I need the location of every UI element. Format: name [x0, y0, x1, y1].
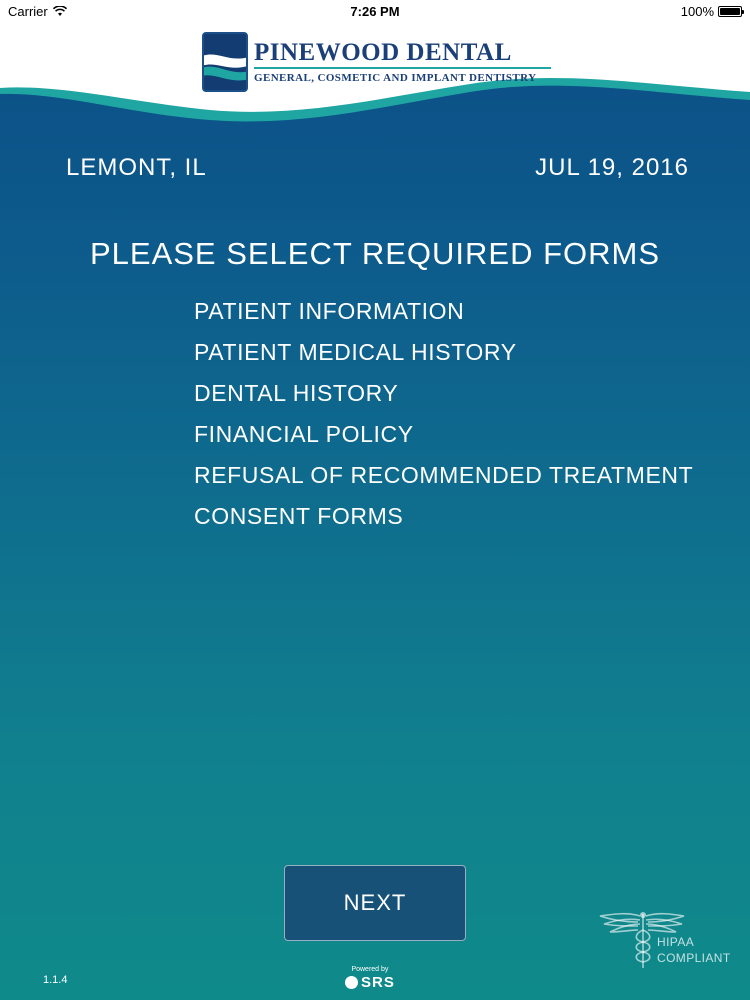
form-item-refusal-of-recommended-treatment[interactable]: REFUSAL OF RECOMMENDED TREATMENT — [194, 460, 693, 501]
status-bar: Carrier 7:26 PM 100% — [0, 0, 750, 22]
wifi-icon — [52, 5, 67, 16]
logo-subtitle: General, Cosmetic and implant dentistry — [254, 72, 537, 84]
status-right: 100% — [680, 3, 744, 19]
hipaa-line-1: HIPAA — [657, 935, 695, 949]
logo: PINEWOOD DENTAL General, Cosmetic and im… — [202, 32, 551, 92]
current-date: JUL 19, 2016 — [535, 154, 689, 181]
logo-text: PINEWOOD DENTAL General, Cosmetic and im… — [254, 40, 551, 84]
form-item-dental-history[interactable]: DENTAL HISTORY — [194, 378, 693, 419]
app-version: 1.1.4 — [43, 974, 68, 986]
hipaa-badge: HIPAA COMPLIANT — [598, 910, 738, 970]
practice-location: LEMONT, IL — [66, 154, 207, 181]
status-left: Carrier — [8, 4, 67, 19]
powered-by-brand: SRS — [345, 974, 395, 991]
status-time: 7:26 PM — [350, 3, 400, 19]
powered-by: Powered by SRS — [345, 966, 395, 991]
logo-mark-icon — [202, 32, 248, 92]
powered-by-name: SRS — [361, 974, 395, 991]
battery-icon — [718, 5, 744, 17]
powered-by-label: Powered by — [351, 966, 389, 973]
page-title: PLEASE SELECT REQUIRED FORMS — [89, 236, 661, 271]
hipaa-label: HIPAA COMPLIANT — [657, 934, 731, 966]
form-item-financial-policy[interactable]: FINANCIAL POLICY — [194, 419, 693, 460]
srs-logo-icon — [345, 976, 358, 989]
hipaa-line-2: COMPLIANT — [657, 951, 731, 965]
forms-list: PATIENT INFORMATION PATIENT MEDICAL HIST… — [194, 296, 693, 542]
next-button[interactable]: NEXT — [284, 865, 466, 941]
carrier-label: Carrier — [8, 3, 48, 19]
logo-title: PINEWOOD DENTAL — [254, 39, 512, 66]
header-area: PINEWOOD DENTAL General, Cosmetic and im… — [0, 22, 750, 147]
battery-percent: 100% — [680, 3, 714, 19]
form-item-patient-medical-history[interactable]: PATIENT MEDICAL HISTORY — [194, 337, 693, 378]
form-item-patient-information[interactable]: PATIENT INFORMATION — [194, 296, 693, 337]
form-item-consent-forms[interactable]: CONSENT FORMS — [194, 501, 693, 542]
logo-divider — [254, 67, 551, 69]
